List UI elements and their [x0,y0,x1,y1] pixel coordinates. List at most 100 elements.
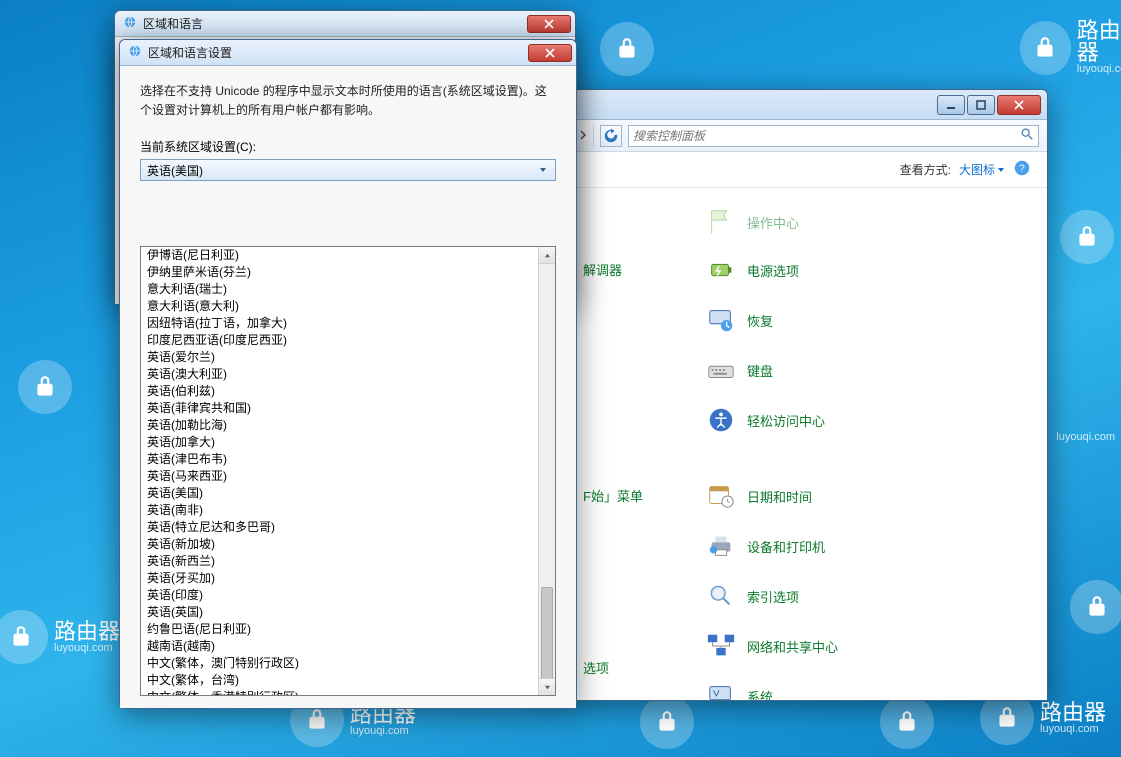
close-button[interactable] [528,44,572,62]
scroll-down-button[interactable] [539,678,555,695]
window-titlebar[interactable]: 区域和语言 [115,11,575,37]
globe-icon [123,15,137,32]
lock-icon [1060,210,1114,264]
cp-item-label: 电源选项 [747,261,799,280]
minimize-button[interactable] [937,95,965,115]
watermark-domain: luyouqi.com [350,726,416,737]
cp-item-options-partial[interactable]: 选项 [583,658,609,677]
cp-item-indexing-options[interactable]: 索引选项 [705,576,799,616]
watermark [600,22,654,76]
locale-option[interactable]: 英语(马来西亚) [141,468,538,485]
cp-item-system[interactable]: 系统 [705,676,773,700]
locale-option[interactable]: 越南语(越南) [141,638,538,655]
battery-icon [705,254,737,286]
locale-option[interactable]: 伊纳里萨米语(芬兰) [141,264,538,281]
cp-item-devices-printers[interactable]: 设备和打印机 [705,526,825,566]
lock-icon [1070,580,1121,634]
view-by-dropdown[interactable]: 大图标 [959,161,1005,178]
search-input[interactable] [628,125,1039,147]
cp-item-label: 轻松访问中心 [747,411,825,430]
locale-option[interactable]: 中文(繁体，澳门特别行政区) [141,655,538,672]
window-titlebar[interactable] [571,90,1047,120]
locale-option[interactable]: 约鲁巴语(尼日利亚) [141,621,538,638]
close-button[interactable] [527,15,571,33]
cp-item-date-time[interactable]: 日期和时间 [705,476,812,516]
combobox-selected-value: 英语(美国) [147,162,203,179]
window-title: 区域和语言 [143,15,203,32]
locale-option[interactable]: 中文(繁体，台湾) [141,672,538,689]
watermark [18,360,72,414]
chevron-down-icon[interactable] [535,162,551,178]
view-toolbar: 查看方式: 大图标 ? [571,152,1047,188]
locale-option[interactable]: 意大利语(瑞士) [141,281,538,298]
calendar-clock-icon [705,480,737,512]
watermark: 路由器luyouqi.com [0,610,120,664]
ease-icon [705,404,737,436]
view-by-label: 查看方式: [900,161,951,178]
locale-option[interactable]: 英语(爱尔兰) [141,349,538,366]
cp-item-label: 网络和共享中心 [747,637,838,656]
cp-item-modem-partial[interactable]: 解调器 [583,260,622,279]
monitor-restore-icon [705,304,737,336]
locale-option[interactable]: 英语(加勒比海) [141,417,538,434]
cp-item-label: 系统 [747,687,773,701]
watermark-domain: luyouqi.com [54,643,120,654]
help-button[interactable]: ? [1013,159,1031,180]
close-button[interactable] [997,95,1041,115]
locale-option[interactable]: 英语(菲律宾共和国) [141,400,538,417]
printer-icon [705,530,737,562]
lock-icon [18,360,72,414]
refresh-button[interactable] [600,125,622,147]
locale-combobox[interactable]: 英语(美国) [140,159,556,181]
watermark [880,695,934,749]
watermark-domain: luyouqi.com [1056,432,1115,443]
scroll-up-button[interactable] [539,247,555,264]
maximize-button[interactable] [967,95,995,115]
control-panel-window: 查看方式: 大图标 ? 解调器 F始」菜单 选项 操作中心 电源选项 恢复 键盘… [570,89,1048,701]
locale-option[interactable]: 英语(新西兰) [141,553,538,570]
cp-item-ease-of-access[interactable]: 轻松访问中心 [705,400,825,440]
breadcrumb-arrow-icon[interactable] [579,129,587,143]
search-icon[interactable] [1020,127,1034,144]
locale-option[interactable]: 英语(牙买加) [141,570,538,587]
locale-dropdown-list[interactable]: 伊博语(尼日利亚)伊纳里萨米语(芬兰)意大利语(瑞士)意大利语(意大利)因纽特语… [140,246,556,696]
locale-option[interactable]: 伊博语(尼日利亚) [141,247,538,264]
locale-option[interactable]: 英语(印度) [141,587,538,604]
cp-item-action-center[interactable]: 操作中心 [705,202,799,242]
cp-item-label: 索引选项 [747,587,799,606]
locale-option[interactable]: 英语(加拿大) [141,434,538,451]
lock-icon [600,22,654,76]
locale-option[interactable]: 英语(津巴布韦) [141,451,538,468]
cp-item-label: 恢复 [747,311,773,330]
lock-icon [0,610,48,664]
locale-option[interactable]: 英语(伯利兹) [141,383,538,400]
watermark [1060,210,1114,264]
watermark-domain: luyouqi.com [1077,64,1121,75]
cp-item-keyboard[interactable]: 键盘 [705,350,773,390]
cp-item-network-sharing[interactable]: 网络和共享中心 [705,626,838,666]
scrollbar[interactable] [538,247,555,695]
svg-text:?: ? [1019,164,1025,175]
locale-option[interactable]: 因纽特语(拉丁语，加拿大) [141,315,538,332]
cp-item-recovery[interactable]: 恢复 [705,300,773,340]
locale-option[interactable]: 英语(美国) [141,485,538,502]
locale-option[interactable]: 英语(南非) [141,502,538,519]
cp-item-startmenu-partial[interactable]: F始」菜单 [583,486,643,505]
window-titlebar[interactable]: 区域和语言设置 [120,40,576,66]
globe-icon [128,44,142,61]
locale-option[interactable]: 意大利语(意大利) [141,298,538,315]
dialog-description: 选择在不支持 Unicode 的程序中显示文本时所使用的语言(系统区域设置)。这… [140,82,556,120]
locale-option[interactable]: 英语(澳大利亚) [141,366,538,383]
watermark-brand: 路由器 [54,621,120,643]
search-field[interactable] [633,129,1016,143]
locale-option[interactable]: 英语(新加坡) [141,536,538,553]
control-panel-content: 解调器 F始」菜单 选项 操作中心 电源选项 恢复 键盘 轻松访问中心 日期和时… [571,188,1047,700]
locale-option[interactable]: 中文(繁体，香港特别行政区) [141,689,538,696]
watermark: 路由器luyouqi.com [1020,20,1121,75]
watermark: luyouqi.com [1056,432,1115,443]
locale-option[interactable]: 印度尼西亚语(印度尼西亚) [141,332,538,349]
cp-item-power-options[interactable]: 电源选项 [705,250,799,290]
cp-item-label: 日期和时间 [747,487,812,506]
locale-option[interactable]: 英语(特立尼达和多巴哥) [141,519,538,536]
locale-option[interactable]: 英语(英国) [141,604,538,621]
